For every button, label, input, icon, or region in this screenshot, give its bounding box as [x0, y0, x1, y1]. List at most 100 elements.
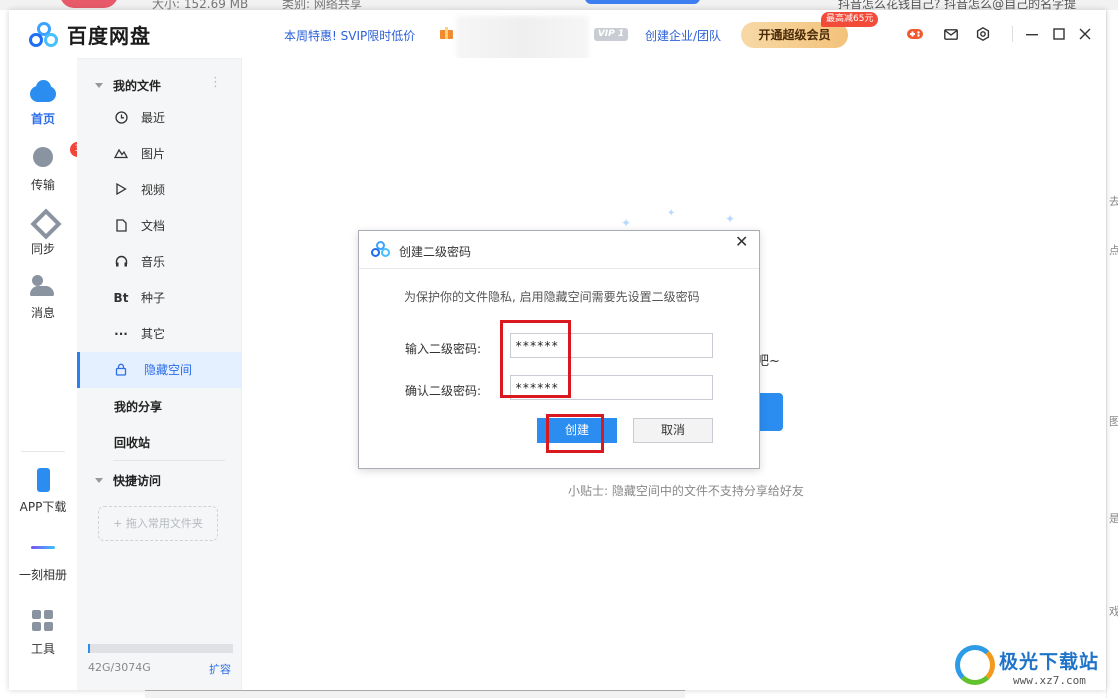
site-watermark: 极光下载站 www.xz7.com	[955, 643, 1115, 695]
titlebar-divider	[1012, 26, 1013, 42]
decor-star-icon: ✦	[621, 216, 632, 230]
decor-star-icon: ✦	[725, 212, 736, 226]
mail-icon[interactable]	[941, 24, 961, 44]
settings-icon[interactable]	[973, 24, 993, 44]
left-nav-rail: 首页 3 传输 同步 消息 APP下载 一刻相册 工具	[9, 58, 85, 690]
rail-item-album[interactable]: 一刻相册	[9, 536, 77, 583]
sidebar-item-music[interactable]: 音乐	[77, 244, 242, 280]
hidden-space-tip: 小贴士: 隐藏空间中的文件不支持分享给好友	[568, 484, 804, 498]
rail-divider	[21, 451, 65, 452]
mountain-image-icon	[113, 147, 129, 161]
collapse-triangle-icon	[95, 478, 103, 483]
storage-quota-fill	[88, 644, 91, 653]
app-logo[interactable]: 百度网盘	[27, 20, 151, 49]
sidebar-item-seeds[interactable]: Bt 种子	[77, 280, 242, 316]
rail-label: 一刻相册	[18, 568, 67, 582]
sidebar-item-hidden-space[interactable]: 隐藏空间	[77, 352, 242, 388]
background-app-strip: 大小: 152.69 MB 类别: 网络共享 抖音怎么花钱自己? 抖音怎么@自己…	[0, 0, 1118, 10]
sidebar-item-label: 隐藏空间	[144, 363, 193, 377]
sidebar-item-label: 音乐	[141, 255, 166, 269]
my-files-label: 我的文件	[113, 79, 162, 93]
app-name: 百度网盘	[67, 24, 151, 48]
blurred-username[interactable]	[456, 16, 589, 62]
sidebar-item-label: 最近	[141, 111, 166, 125]
sidebar-item-label: 其它	[141, 327, 166, 341]
dialog-header: 创建二级密码 ✕	[359, 231, 759, 269]
rail-label: 工具	[30, 642, 55, 656]
background-size-text: 大小: 152.69 MB	[152, 0, 249, 10]
user-message-icon	[30, 274, 56, 298]
background-bottom-strip	[145, 690, 685, 698]
background-right-edge: 去 点 图 是 戏	[1106, 10, 1118, 698]
storage-quota-text: 42G/3074G	[88, 661, 151, 674]
rail-item-home[interactable]: 首页	[9, 80, 77, 127]
sidebar-item-docs[interactable]: 文档	[77, 208, 242, 244]
collapse-triangle-icon	[95, 83, 103, 88]
password-label: 输入二级密码:	[405, 342, 482, 356]
ellipsis-icon: ···	[114, 327, 128, 341]
minimize-icon[interactable]	[1022, 24, 1042, 44]
dialog-description: 为保护你的文件隐私, 启用隐藏空间需要先设置二级密码	[404, 290, 700, 304]
sidebar-item-label: 种子	[141, 291, 166, 305]
gamepad-icon[interactable]	[905, 24, 925, 44]
sidebar-item-label: 图片	[141, 147, 166, 161]
sidebar-item-recent[interactable]: 最近	[77, 100, 242, 136]
gift-icon[interactable]	[439, 25, 455, 39]
edge-fragment: 去	[1109, 193, 1118, 209]
headphones-icon	[114, 255, 128, 269]
rail-label: 首页	[30, 112, 55, 126]
tools-grid-icon	[30, 610, 56, 634]
watermark-url: www.xz7.com	[1013, 674, 1086, 687]
rail-label: 消息	[30, 306, 55, 320]
cloud-logo-icon	[371, 241, 391, 258]
cloud-logo-icon	[27, 21, 61, 49]
sidebar-trash[interactable]: 回收站	[114, 434, 150, 451]
vip-level-badge[interactable]: VIP 1	[594, 28, 628, 41]
highlight-password-inputs	[500, 320, 571, 398]
close-window-icon[interactable]	[1075, 24, 1095, 44]
phone-icon	[30, 468, 56, 492]
edge-fragment: 点	[1109, 242, 1118, 258]
sidebar-item-other[interactable]: ··· 其它	[77, 316, 242, 352]
drop-folder-zone[interactable]: + 拖入常用文件夹	[98, 506, 218, 541]
confirm-password-label: 确认二级密码:	[405, 384, 482, 398]
background-type-text: 类别: 网络共享	[282, 0, 362, 10]
cancel-button[interactable]: 取消	[633, 418, 713, 443]
lock-icon	[114, 363, 128, 377]
file-sidebar: 我的文件 ⋮ 最近 图片 视频 文档 音乐 Bt 种子 ··· 其它 隐藏空间 …	[77, 58, 242, 690]
transfer-icon: 3	[30, 142, 85, 170]
background-article-title: 抖音怎么花钱自己? 抖音怎么@自己的名字提	[838, 0, 1077, 10]
rail-label: APP下载	[19, 500, 67, 514]
rail-item-messages[interactable]: 消息	[9, 274, 77, 321]
document-icon	[114, 219, 128, 233]
highlight-create-button	[546, 414, 604, 453]
cloud-home-icon	[30, 80, 56, 104]
decor-star-icon: ✦	[667, 208, 676, 219]
edge-fragment: 图	[1109, 413, 1118, 429]
bt-icon: Bt	[113, 291, 129, 305]
rail-item-app-download[interactable]: APP下载	[9, 468, 77, 515]
more-dots-icon[interactable]: ⋮	[209, 75, 222, 90]
expand-storage-link[interactable]: 扩容	[209, 661, 231, 677]
clock-icon	[114, 111, 128, 125]
quick-access-label: 快捷访问	[113, 474, 162, 488]
rail-item-sync[interactable]: 同步	[9, 210, 77, 257]
sidebar-my-share[interactable]: 我的分享	[114, 398, 162, 415]
edge-fragment: 是	[1109, 510, 1118, 526]
edge-fragment: 戏	[1109, 603, 1118, 619]
sidebar-item-pictures[interactable]: 图片	[77, 136, 242, 172]
sidebar-my-files-header[interactable]: 我的文件	[95, 77, 161, 94]
rail-item-tools[interactable]: 工具	[9, 610, 77, 657]
watermark-name: 极光下载站	[999, 651, 1100, 673]
sidebar-item-label: 视频	[141, 183, 166, 197]
dialog-close-icon[interactable]: ✕	[735, 234, 748, 250]
sidebar-divider	[113, 460, 225, 461]
sidebar-item-videos[interactable]: 视频	[77, 172, 242, 208]
promo-link[interactable]: 本周特惠! SVIP限时低价	[284, 27, 415, 44]
create-team-link[interactable]: 创建企业/团队	[645, 27, 721, 44]
sidebar-quick-access-header[interactable]: 快捷访问	[95, 472, 161, 489]
maximize-icon[interactable]	[1049, 24, 1069, 44]
rail-label: 同步	[30, 242, 55, 256]
rail-item-transfer[interactable]: 3 传输	[9, 142, 85, 193]
storage-quota-bar	[88, 644, 233, 653]
